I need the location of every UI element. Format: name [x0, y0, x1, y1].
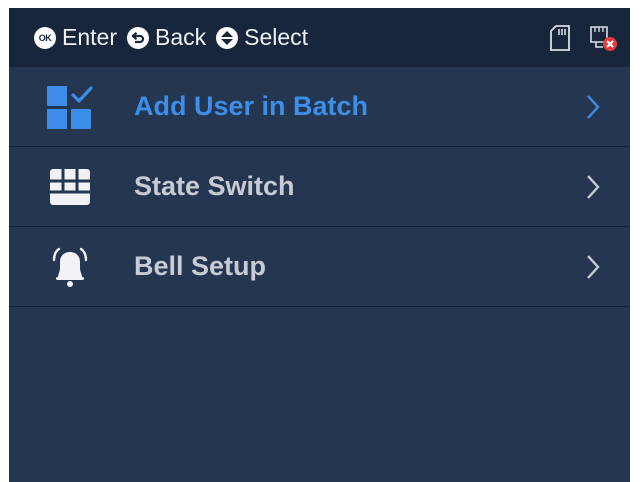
sd-card-icon [548, 24, 572, 51]
batch-add-icon [46, 83, 94, 131]
hint-back: Back [126, 24, 207, 51]
hint-enter-label: Enter [62, 24, 117, 50]
menu-item-label: Bell Setup [134, 251, 267, 281]
menu-item-label: State Switch [134, 171, 295, 201]
network-disconnected-icon [588, 24, 618, 52]
chevron-right-icon [587, 94, 600, 119]
hint-select-label: Select [244, 24, 309, 50]
header-bar: OK Enter Back Select [9, 8, 630, 67]
keypad-grid-icon [46, 163, 94, 211]
settings-menu: Add User in Batch State Switch Bell Setu… [9, 67, 630, 307]
chevron-right-icon [587, 254, 600, 279]
menu-item-add-user-in-batch[interactable]: Add User in Batch [9, 67, 630, 147]
chevron-right-icon [587, 174, 600, 199]
screen: OK Enter Back Select Add User in Batch S… [9, 8, 630, 482]
menu-item-bell-setup[interactable]: Bell Setup [9, 227, 630, 307]
hint-enter: OK Enter [34, 24, 117, 51]
hint-back-label: Back [154, 24, 207, 50]
hint-select: Select [216, 24, 308, 51]
up-down-arrows-icon [216, 26, 239, 49]
back-arrow-icon [126, 26, 149, 49]
bell-icon [46, 243, 94, 291]
ok-button-icon: OK [34, 26, 56, 49]
menu-item-state-switch[interactable]: State Switch [9, 147, 630, 227]
menu-item-label: Add User in Batch [134, 91, 369, 121]
